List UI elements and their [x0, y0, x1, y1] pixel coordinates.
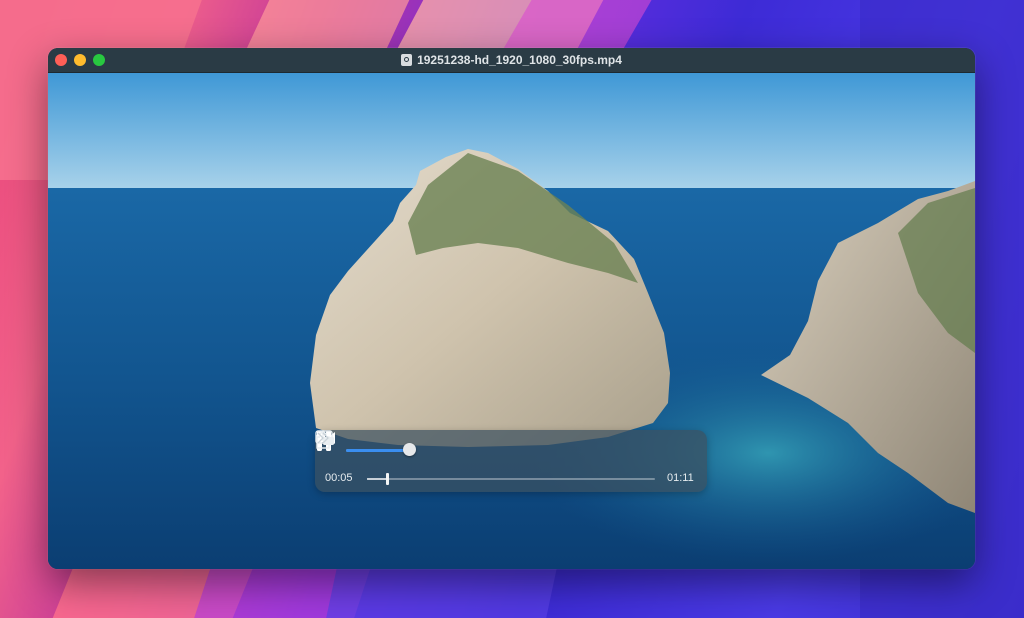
playback-scrubber[interactable] [367, 473, 655, 485]
wallpaper-stripe [322, 565, 558, 618]
volume-level [346, 449, 410, 452]
video-scene [48, 73, 975, 569]
volume-slider-knob[interactable] [403, 443, 417, 456]
document-icon[interactable] [401, 54, 413, 66]
current-time: 00:05 [325, 472, 353, 484]
window-title: 19251238-hd_1920_1080_30fps.mp4 [48, 48, 975, 72]
volume-slider[interactable] [346, 449, 412, 452]
window-title-text: 19251238-hd_1920_1080_30fps.mp4 [417, 53, 622, 67]
playhead[interactable] [386, 473, 390, 485]
title-bar[interactable]: 19251238-hd_1920_1080_30fps.mp4 [48, 48, 975, 73]
video-frame[interactable]: 00:05 01:11 [48, 73, 975, 569]
playback-progress [367, 478, 388, 480]
double-chevron-right-icon[interactable] [315, 430, 331, 446]
playback-controls: 00:05 01:11 [315, 430, 707, 492]
player-window: 19251238-hd_1920_1080_30fps.mp4 00:05 01… [48, 48, 975, 569]
duration-time: 01:11 [667, 472, 694, 484]
